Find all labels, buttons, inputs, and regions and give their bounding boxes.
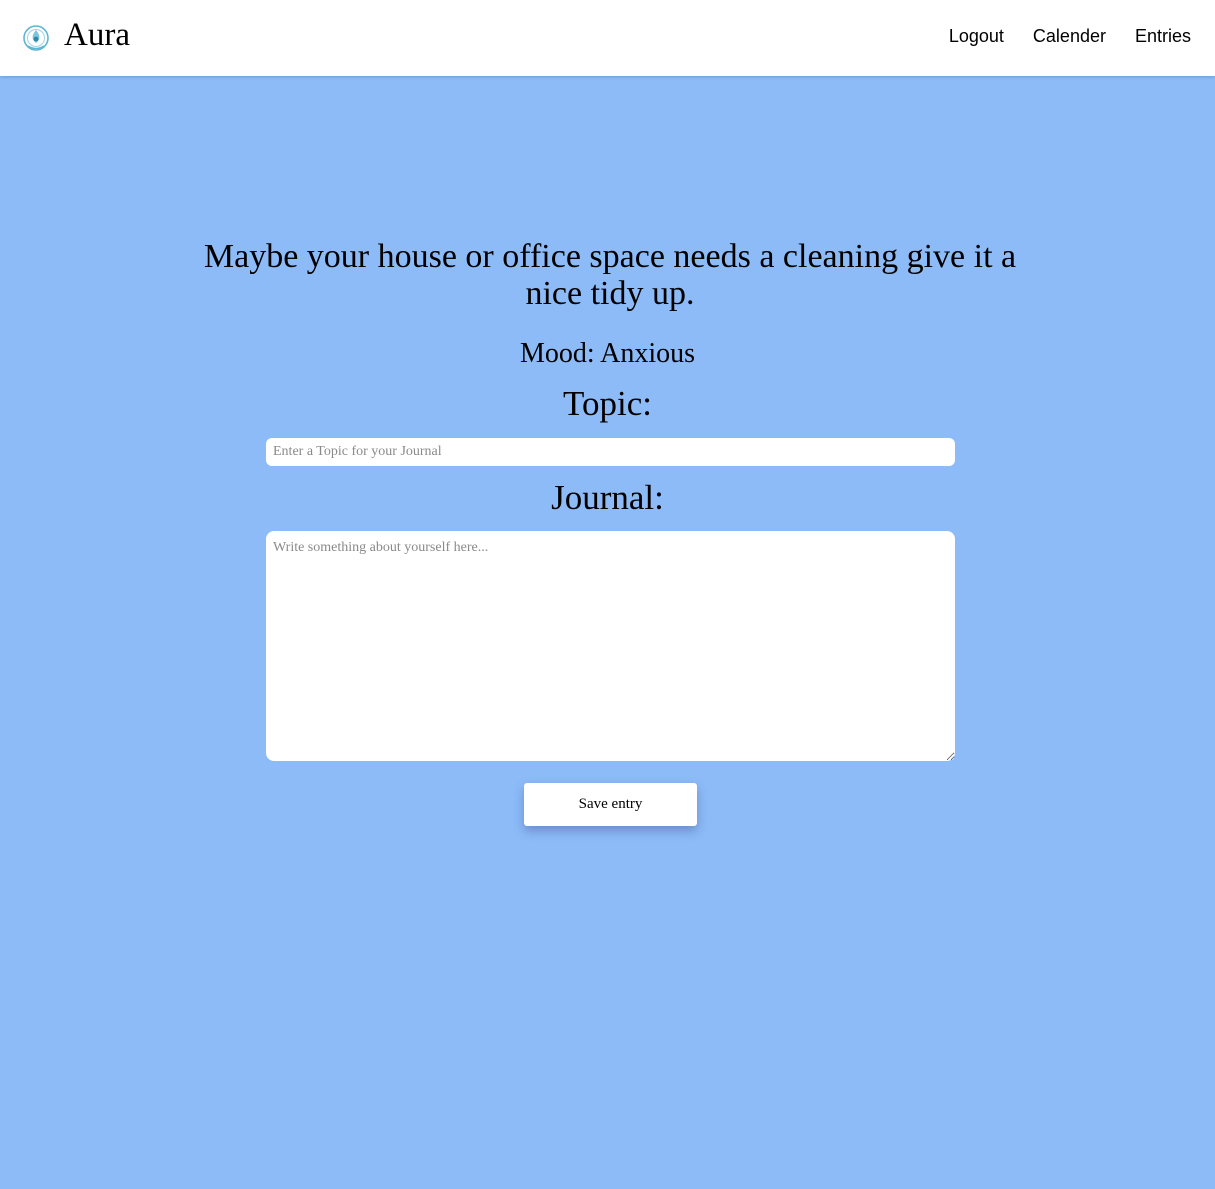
nav-links: Logout Calender Entries xyxy=(949,26,1191,47)
suggestion-prompt: Maybe your house or office space needs a… xyxy=(203,238,1017,312)
journal-textarea[interactable] xyxy=(266,531,955,761)
navbar: Aura Logout Calender Entries xyxy=(0,0,1215,76)
app-name: Aura xyxy=(64,16,130,53)
brand[interactable]: Aura xyxy=(22,14,130,62)
aura-logo-icon xyxy=(22,24,50,52)
save-entry-button[interactable]: Save entry xyxy=(524,783,697,826)
journal-label: Journal: xyxy=(551,478,664,517)
nav-logout-link[interactable]: Logout xyxy=(949,26,1004,47)
nav-entries-link[interactable]: Entries xyxy=(1135,26,1191,47)
mood-label: Mood: Anxious xyxy=(519,338,696,369)
topic-label: Topic: xyxy=(563,384,652,423)
topic-input[interactable] xyxy=(266,438,955,466)
nav-calender-link[interactable]: Calender xyxy=(1033,26,1106,47)
